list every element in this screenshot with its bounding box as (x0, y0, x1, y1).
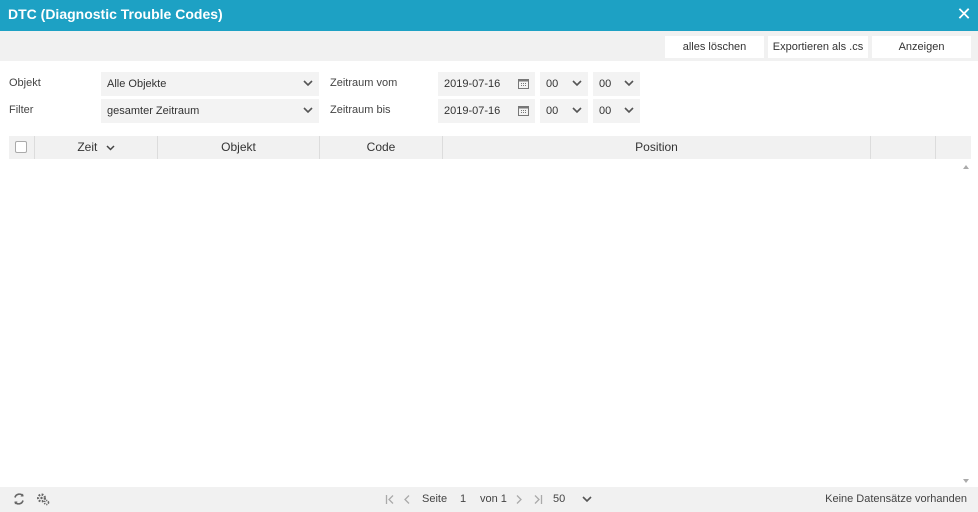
scroll-up-arrow-icon[interactable] (963, 165, 969, 169)
table-body (9, 159, 971, 485)
filter-select-value: gesamter Zeitraum (107, 105, 200, 117)
vertical-scrollbar[interactable] (961, 165, 971, 483)
export-csv-button[interactable]: Exportieren als .cs (768, 36, 868, 58)
from-hour-select[interactable]: 00 (540, 72, 588, 96)
next-page-icon[interactable] (515, 494, 523, 505)
scroll-down-arrow-icon[interactable] (963, 479, 969, 483)
column-header-code[interactable]: Code (320, 136, 443, 159)
object-select-value: Alle Objekte (107, 78, 167, 90)
to-date-value: 2019-07-16 (444, 105, 501, 117)
record-status: Keine Datensätze vorhanden (825, 493, 967, 505)
to-date-input[interactable]: 2019-07-16 (438, 99, 535, 123)
from-date-value: 2019-07-16 (444, 78, 501, 90)
from-label: Zeitraum vom (330, 77, 398, 89)
column-header-label: Position (635, 140, 678, 154)
column-header-extra (871, 136, 936, 159)
page-label: Seite (422, 493, 448, 505)
refresh-icon[interactable] (12, 492, 26, 506)
clear-all-button[interactable]: alles löschen (665, 36, 764, 58)
window-title: DTC (Diagnostic Trouble Codes) (8, 6, 223, 22)
chevron-down-icon (572, 80, 582, 87)
last-page-icon[interactable] (533, 494, 543, 505)
to-label: Zeitraum bis (330, 104, 391, 116)
column-header-label: Code (366, 140, 396, 154)
close-icon[interactable]: ✕ (956, 5, 972, 23)
column-header-scroll-spacer (936, 136, 971, 159)
pagination: Seite 1 von 1 50 (385, 487, 605, 512)
chevron-down-icon[interactable] (582, 496, 592, 503)
column-header-zeit[interactable]: Zeit (35, 136, 158, 159)
column-header-label: Objekt (221, 140, 256, 154)
to-hour-select[interactable]: 00 (540, 99, 588, 123)
filter-label: Filter (9, 104, 34, 116)
calendar-icon[interactable] (518, 78, 529, 89)
table-header: Zeit Objekt Code Position (9, 136, 971, 159)
title-bar: DTC (Diagnostic Trouble Codes) ✕ (0, 0, 978, 31)
to-minute-select[interactable]: 00 (593, 99, 640, 123)
calendar-icon[interactable] (518, 105, 529, 116)
page-size-select[interactable]: 50 (553, 493, 565, 505)
show-button[interactable]: Anzeigen (872, 36, 971, 58)
select-all-checkbox[interactable] (15, 141, 27, 153)
chevron-down-icon (303, 80, 313, 87)
chevron-down-icon (572, 107, 582, 114)
sort-descending-icon (106, 145, 115, 151)
from-minute-value: 00 (599, 78, 612, 90)
page-number-input[interactable]: 1 (460, 493, 466, 505)
to-minute-value: 00 (599, 105, 612, 117)
toolbar: alles löschen Exportieren als .cs Anzeig… (0, 31, 978, 61)
page-count: von 1 (480, 493, 507, 505)
column-header-position[interactable]: Position (443, 136, 871, 159)
chevron-down-icon (624, 107, 634, 114)
from-minute-select[interactable]: 00 (593, 72, 640, 96)
grid-footer: Seite 1 von 1 50 Keine Datensätze vorhan… (0, 487, 978, 512)
filter-select[interactable]: gesamter Zeitraum (101, 99, 319, 123)
to-hour-value: 00 (546, 105, 559, 117)
from-date-input[interactable]: 2019-07-16 (438, 72, 535, 96)
column-header-objekt[interactable]: Objekt (158, 136, 320, 159)
from-hour-value: 00 (546, 78, 559, 90)
object-label: Objekt (9, 77, 41, 89)
chevron-down-icon (303, 107, 313, 114)
select-all-cell (9, 136, 35, 159)
chevron-down-icon (624, 80, 634, 87)
first-page-icon[interactable] (385, 494, 395, 505)
settings-gear-icon[interactable] (36, 492, 50, 506)
column-header-label: Zeit (77, 140, 98, 154)
previous-page-icon[interactable] (403, 494, 411, 505)
object-select[interactable]: Alle Objekte (101, 72, 319, 96)
